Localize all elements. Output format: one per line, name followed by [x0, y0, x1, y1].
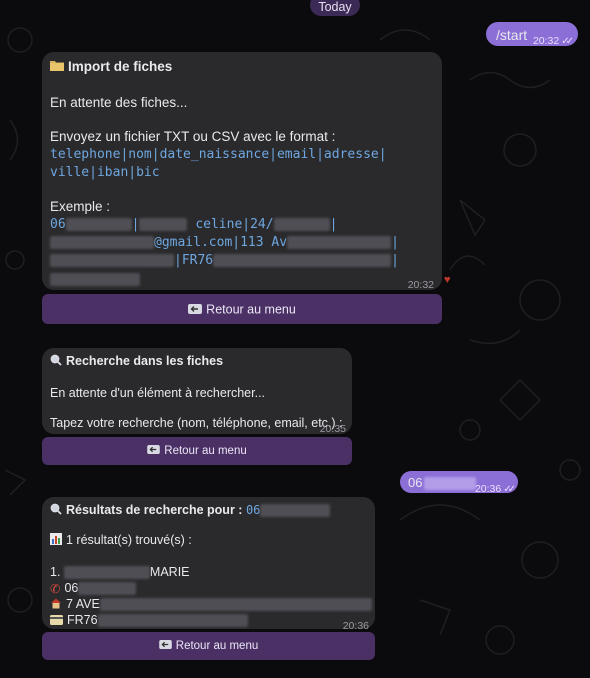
- redacted-block: [213, 254, 392, 267]
- message-title: Recherche dans les fiches: [50, 352, 223, 371]
- credit-card-icon: [50, 612, 63, 630]
- back-arrow-icon: [188, 295, 203, 325]
- redacted-block: [97, 614, 248, 628]
- outgoing-message[interactable]: 06 20:36 ✓✓: [400, 471, 518, 495]
- double-check-icon: ✓✓: [561, 36, 574, 47]
- example-label: Exemple :: [50, 199, 111, 214]
- waiting-text: En attente d'un élément à rechercher...: [50, 386, 266, 400]
- folder-icon: [50, 58, 64, 76]
- redacted-block: [99, 598, 372, 612]
- redacted-block: [50, 236, 154, 249]
- message-title: Résultats de recherche pour : 06: [50, 501, 331, 520]
- search-fiches-message: Recherche dans les fiches En attente d'u…: [42, 348, 352, 435]
- format-line-2: ville|iban|bic: [50, 165, 160, 180]
- back-to-menu-button[interactable]: Retour au menu: [42, 294, 442, 324]
- redacted-block: [65, 218, 132, 231]
- redacted-block: [424, 477, 477, 491]
- message-text: 06: [408, 474, 477, 492]
- example-line-4: [50, 270, 140, 288]
- redacted-block: [50, 254, 174, 267]
- outgoing-message[interactable]: /start 20:32 ✓✓: [486, 22, 578, 47]
- format-line-1: telephone|nom|date_naissance|email|adres…: [50, 147, 387, 162]
- import-fiches-message: Import de fiches En attente des fiches..…: [42, 52, 442, 291]
- heart-reaction-icon[interactable]: ♥: [444, 274, 451, 286]
- back-to-menu-button[interactable]: Retour au menu: [42, 437, 352, 465]
- message-title: Import de fiches: [50, 58, 172, 76]
- message-time: 20:32: [407, 279, 434, 291]
- example-line-2: @gmail.com|113 Av |: [50, 234, 399, 252]
- instruction-text: Envoyez un fichier TXT ou CSV avec le fo…: [50, 129, 336, 144]
- waiting-text: En attente des fiches...: [50, 95, 188, 110]
- search-icon: [50, 502, 62, 520]
- message-time: 20:32 ✓✓: [532, 35, 574, 47]
- redacted-block: [287, 236, 392, 249]
- redacted-block: [78, 582, 137, 596]
- redacted-block: [273, 218, 330, 231]
- double-check-icon: ✓✓: [503, 484, 516, 495]
- message-time: 20:36 ✓✓: [474, 483, 516, 495]
- redacted-block: [50, 272, 140, 286]
- search-results-message: Résultats de recherche pour : 06 1 résul…: [42, 497, 375, 632]
- date-separator: Today: [310, 0, 360, 16]
- redacted-block: [63, 566, 150, 580]
- back-to-menu-button[interactable]: Retour au menu: [42, 632, 375, 660]
- message-time: 20:35: [319, 423, 346, 435]
- result-iban: FR76: [50, 611, 248, 630]
- example-line-3: |FR76 |: [50, 252, 399, 270]
- bar-chart-icon: [50, 532, 62, 550]
- redacted-block: [139, 218, 188, 231]
- prompt-text: Tapez votre recherche (nom, téléphone, e…: [50, 416, 343, 430]
- redacted-block: [260, 504, 331, 518]
- search-icon: [50, 353, 62, 371]
- result-count: 1 résultat(s) trouvé(s) :: [50, 531, 192, 550]
- back-arrow-icon: [147, 437, 161, 465]
- message-text: /start: [496, 27, 528, 43]
- example-line-1: 06 | celine|24/|: [50, 217, 338, 232]
- back-arrow-icon: [158, 632, 172, 660]
